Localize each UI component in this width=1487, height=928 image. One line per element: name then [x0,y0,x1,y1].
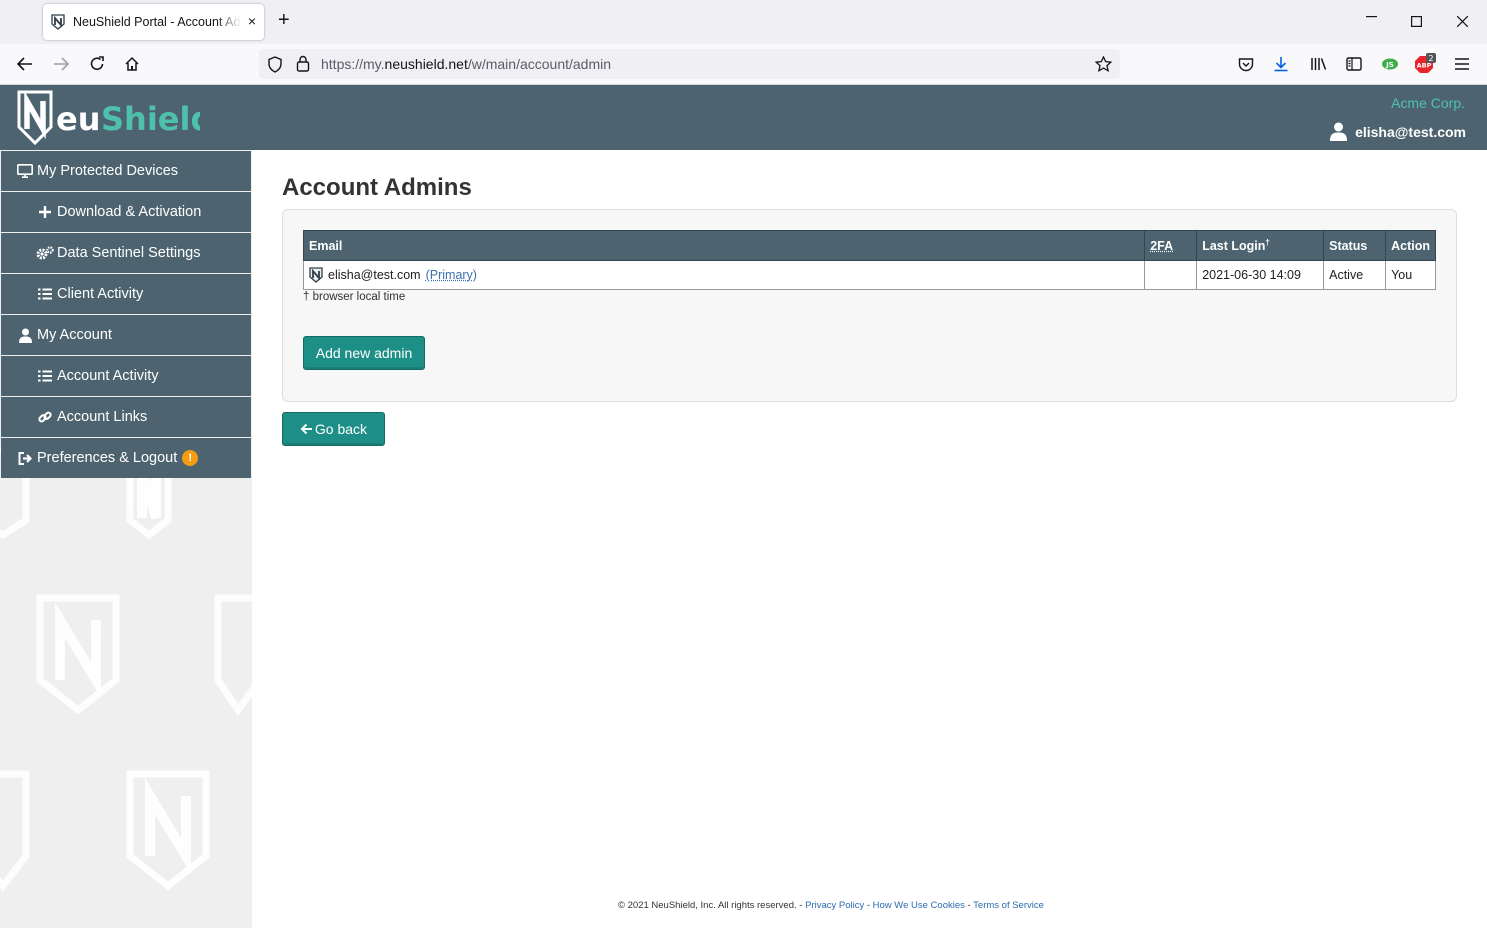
bookmark-star-icon[interactable] [1095,56,1112,72]
alert-badge-icon: ! [182,450,199,466]
browser-navbar: https://my.neushield.net/w/main/account/… [0,44,1487,85]
js-extension-icon[interactable]: JS [1379,53,1401,75]
sidebar-item-label: Account Activity [57,368,159,384]
add-admin-button[interactable]: Add new admin [303,336,425,370]
neushield-favicon-icon [51,14,65,30]
user-menu[interactable]: elisha@test.com [1330,122,1466,141]
forward-arrow-icon[interactable] [50,53,72,75]
list-icon [36,288,54,300]
local-time-note: † browser local time [303,291,406,303]
footer: © 2021 NeuShield, Inc. All rights reserv… [618,900,1044,911]
go-back-button[interactable]: Go back [282,412,385,446]
sidebar-item-account-links[interactable]: Account Links [1,397,251,437]
sidebar-item-download-activation[interactable]: Download & Activation [1,192,251,232]
monitor-icon [16,164,34,178]
sidebar-item-data-sentinel-settings[interactable]: Data Sentinel Settings [1,233,251,273]
cell-action: You [1385,260,1436,290]
sidebar-toggle-icon[interactable] [1343,53,1365,75]
tab-close-icon[interactable]: × [248,13,256,29]
sidebar-item-label: Download & Activation [57,204,202,220]
sidebar-item-preferences-logout[interactable]: Preferences & Logout ! [1,438,251,478]
cell-2fa [1144,260,1198,290]
home-icon[interactable] [121,53,143,75]
browser-tab[interactable]: NeuShield Portal - Account Admins × [43,4,264,40]
link-icon [36,410,54,424]
column-header-action: Action [1385,230,1436,261]
primary-label: (Primary) [425,268,477,282]
table-row: elisha@test.com (Primary) 2021-06-30 14:… [302,260,1436,290]
cell-last-login: 2021-06-30 14:09 [1196,260,1325,290]
main-content: Account Admins Email 2FA Last Login† Sta… [252,150,1487,928]
svg-text:eu: eu [56,100,100,138]
sidebar-item-account-activity[interactable]: Account Activity [1,356,251,396]
sidebar-item-label: Client Activity [57,286,144,302]
lock-icon[interactable] [296,55,310,72]
admins-table: Email 2FA Last Login† Status Action elis… [302,230,1436,290]
user-email: elisha@test.com [1355,123,1466,140]
browser-tabbar: NeuShield Portal - Account Admins × + [0,0,1487,44]
column-header-email: Email [302,230,1146,261]
arrow-left-icon [300,423,312,435]
back-arrow-icon[interactable] [14,53,36,75]
admin-email: elisha@test.com [328,268,421,282]
adblock-plus-icon[interactable]: ABP 2 [1414,53,1436,75]
user-icon [1330,122,1348,141]
sidebar-item-my-protected-devices[interactable]: My Protected Devices [1,151,251,191]
reload-icon[interactable] [86,53,108,75]
tab-title: NeuShield Portal - Account Admins [73,15,241,29]
sidebar-item-label: Preferences & Logout [37,450,178,466]
site-header: eu Shield Acme Corp. elisha@test.com [0,85,1487,150]
column-header-2fa: 2FA [1144,230,1198,261]
sidebar: My Protected Devices Download & Activati… [0,150,252,928]
close-window-icon[interactable] [1457,16,1468,27]
user-icon [16,328,34,343]
cell-status: Active [1323,260,1387,290]
table-header-row: Email 2FA Last Login† Status Action [302,230,1436,261]
sidebar-item-my-account[interactable]: My Account [1,315,251,355]
minimize-icon[interactable] [1366,16,1377,18]
privacy-policy-link[interactable]: Privacy Policy [805,900,864,911]
address-bar[interactable]: https://my.neushield.net/w/main/account/… [259,49,1120,79]
maximize-icon[interactable] [1411,16,1422,27]
library-icon[interactable] [1307,53,1329,75]
column-header-status: Status [1323,230,1387,261]
column-header-last-login: Last Login† [1196,230,1325,261]
go-back-label: Go back [314,421,368,437]
sidebar-item-label: Data Sentinel Settings [57,245,201,261]
neushield-shield-icon [309,267,323,283]
svg-text:Shield: Shield [101,100,200,138]
cell-email: elisha@test.com (Primary) [302,260,1146,290]
sidebar-item-client-activity[interactable]: Client Activity [1,274,251,314]
sidebar-item-label: My Account [37,327,112,343]
cookies-link[interactable]: How We Use Cookies [873,900,965,911]
neushield-logo[interactable]: eu Shield [15,87,200,147]
url-text[interactable]: https://my.neushield.net/w/main/account/… [321,56,611,72]
downloads-icon[interactable] [1270,53,1292,75]
sidebar-item-label: My Protected Devices [37,163,179,179]
sidebar-item-label: Account Links [57,409,148,425]
sidebar-menu: My Protected Devices Download & Activati… [1,151,251,479]
plus-icon [36,206,54,218]
organization-name: Acme Corp. [1391,95,1465,111]
svg-text:2: 2 [1428,54,1433,63]
terms-of-service-link[interactable]: Terms of Service [973,900,1044,911]
pocket-icon[interactable] [1235,53,1257,75]
menu-hamburger-icon[interactable] [1451,53,1473,75]
page-title: Account Admins [282,174,472,201]
svg-text:JS: JS [1385,61,1394,69]
admins-panel: Email 2FA Last Login† Status Action elis… [282,209,1457,402]
sign-out-icon [16,451,34,465]
list-icon [36,370,54,382]
new-tab-button[interactable]: + [278,10,290,30]
cogs-icon [36,246,54,260]
shield-tracking-icon[interactable] [267,56,283,73]
